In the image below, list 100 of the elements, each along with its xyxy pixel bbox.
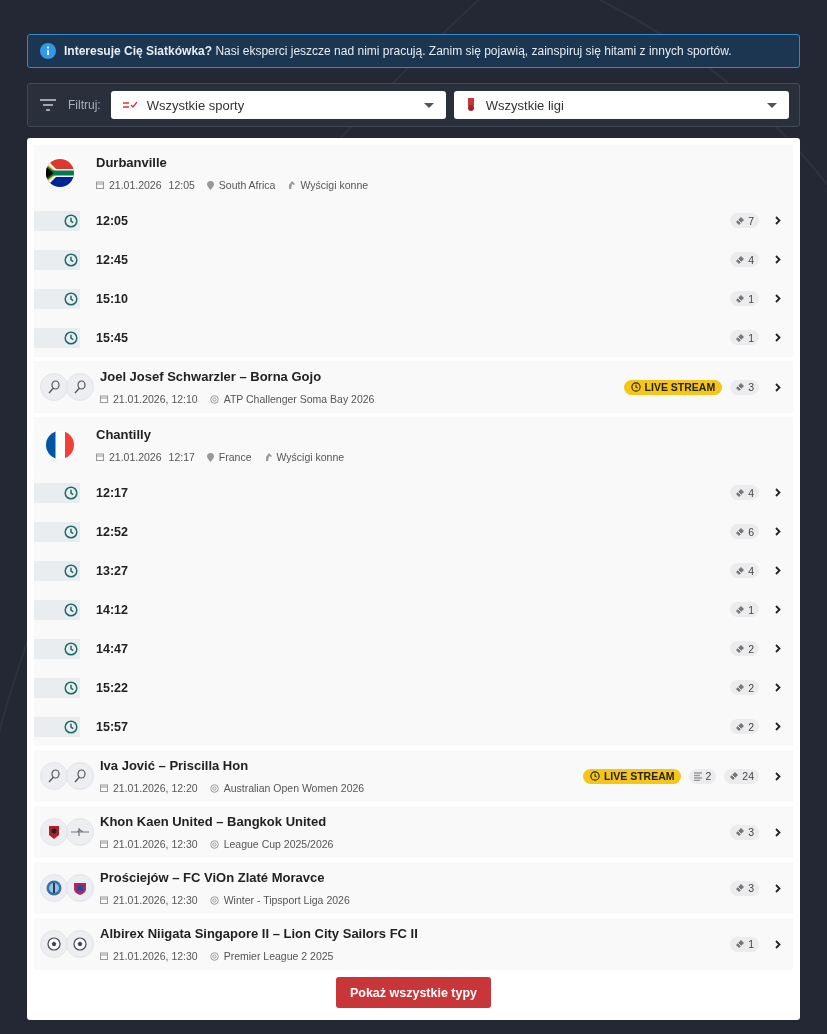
ticket-icon <box>735 643 746 654</box>
tips-count: 4 <box>730 563 759 578</box>
chevron-right-icon[interactable] <box>775 683 781 692</box>
match-title: Iva Jović – Priscilla Hon <box>100 758 250 773</box>
ticket-icon <box>735 332 746 343</box>
tips-count: 1 <box>730 330 759 345</box>
show-all-tips-button[interactable]: Pokaż wszystkie typy <box>335 977 492 1008</box>
ticket-icon <box>735 254 746 265</box>
race-time[interactable]: 12:05 <box>96 213 723 228</box>
match-row[interactable]: Prościejów – FC ViOn Zlaté Moravce 21.01.2026, 12:30 Winter - Tipsport Liga 2026 3 <box>34 862 793 914</box>
roundel-icon <box>46 880 62 896</box>
racket-icon <box>73 769 87 783</box>
articles-count: 2 <box>689 768 717 784</box>
clock-icon <box>64 641 78 656</box>
clock-icon <box>64 563 78 578</box>
datetime-text: 21.01.2026, 12:30 <box>113 838 198 850</box>
clock-icon <box>64 680 78 695</box>
match-row[interactable]: Khon Kaen United – Bangkok United 21.01.2026, 12:30 League Cup 2025/2026 3 <box>34 806 793 858</box>
chevron-right-icon[interactable] <box>775 566 781 575</box>
match-title: Prościejów – FC ViOn Zlaté Moravce <box>100 870 326 885</box>
tips-count: 2 <box>730 719 759 734</box>
info-icon <box>40 43 56 59</box>
chevron-right-icon[interactable] <box>775 827 781 837</box>
chevron-right-icon[interactable] <box>775 939 781 949</box>
race-time[interactable]: 14:47 <box>96 641 723 656</box>
ticket-icon <box>735 526 746 537</box>
match-row[interactable]: Iva Jović – Priscilla Hon 21.01.2026, 12:20 Australian Open Women 2026 LIVE STREAM 2 24 <box>34 750 793 802</box>
calendar-icon <box>100 784 108 792</box>
sport-select[interactable]: Wszystkie sporty <box>110 91 446 119</box>
league-icon <box>209 895 219 905</box>
tips-count: 1 <box>730 936 759 952</box>
match-title: Khon Kaen United – Bangkok United <box>100 814 328 829</box>
clock-icon <box>64 330 78 345</box>
racket-icon <box>47 380 61 394</box>
chevron-right-icon[interactable] <box>775 488 781 497</box>
time-text: 12:17 <box>168 451 195 463</box>
match-row[interactable]: Albirex Niigata Singapore II – Lion City Sailors FC II 21.01.2026, 12:30 Premier League 2 2025 1 <box>34 918 793 970</box>
chevron-right-icon[interactable] <box>775 883 781 893</box>
race-time[interactable]: 15:22 <box>96 680 723 695</box>
football-icon <box>73 937 87 951</box>
ticket-icon <box>729 771 740 781</box>
race-time[interactable]: 15:45 <box>96 330 723 345</box>
match-title: Joel Josef Schwarzler – Borna Gojo <box>100 369 323 384</box>
clock-icon <box>64 291 78 306</box>
chevron-right-icon[interactable] <box>775 605 781 614</box>
ticket-icon <box>735 883 746 893</box>
ticket-icon <box>735 215 746 226</box>
clock-icon <box>64 719 78 734</box>
calendar-icon <box>100 840 108 848</box>
flag-icon <box>46 431 74 459</box>
tips-count: 3 <box>730 880 759 896</box>
medal-icon <box>465 98 476 112</box>
league-icon <box>209 783 219 793</box>
chevron-right-icon[interactable] <box>775 722 781 731</box>
crest-icon <box>46 824 62 840</box>
ticket-icon <box>735 604 746 615</box>
tips-count: 2 <box>730 641 759 656</box>
match-row[interactable]: Joel Josef Schwarzler – Borna Gojo 21.01.2026, 12:10 ATP Challenger Soma Bay 2026 LIVE STREAM 3 <box>34 361 793 413</box>
sports-icon <box>122 100 137 110</box>
race-time[interactable]: 12:17 <box>96 485 723 500</box>
clock-icon <box>64 602 78 617</box>
tips-count: 2 <box>730 680 759 695</box>
chevron-right-icon[interactable] <box>775 527 781 536</box>
shield-icon <box>72 880 88 896</box>
clock-icon <box>630 382 641 392</box>
race-time[interactable]: 15:57 <box>96 719 723 734</box>
chevron-right-icon[interactable] <box>775 382 781 392</box>
race-time[interactable]: 12:45 <box>96 252 723 267</box>
datetime-text: 21.01.2026, 12:30 <box>113 950 198 962</box>
venue-name: Chantilly <box>96 427 152 442</box>
league-text: League Cup 2025/2026 <box>223 838 334 850</box>
calendar-icon <box>100 952 108 960</box>
league-select[interactable]: Wszystkie ligi <box>453 91 789 119</box>
filter-label: Filtruj: <box>68 98 101 112</box>
chevron-right-icon[interactable] <box>775 216 781 225</box>
filter-icon[interactable] <box>40 99 56 111</box>
time-text: 12:05 <box>168 179 195 191</box>
race-time[interactable]: 12:52 <box>96 524 723 539</box>
clock-icon <box>64 524 78 539</box>
chevron-right-icon[interactable] <box>775 294 781 303</box>
date-text: 21.01.2026 <box>109 451 162 463</box>
calendar-icon <box>100 896 108 904</box>
race-time[interactable]: 13:27 <box>96 563 723 578</box>
chevron-right-icon[interactable] <box>775 644 781 653</box>
tips-count: 4 <box>730 485 759 500</box>
chevron-right-icon[interactable] <box>775 333 781 342</box>
chevron-right-icon[interactable] <box>775 771 781 781</box>
location-pin-icon <box>206 180 214 190</box>
tips-count: 7 <box>730 213 759 228</box>
league-text: Winter - Tipsport Liga 2026 <box>223 894 350 906</box>
clock-icon <box>64 485 78 500</box>
chevron-right-icon[interactable] <box>775 255 781 264</box>
race-time[interactable]: 14:12 <box>96 602 723 617</box>
country-text: South Africa <box>218 179 276 191</box>
dropdown-caret-icon <box>423 102 434 108</box>
datetime-text: 21.01.2026, 12:30 <box>113 894 198 906</box>
race-time[interactable]: 15:10 <box>96 291 723 306</box>
live-stream-badge: LIVE STREAM <box>582 768 682 784</box>
clock-icon <box>64 213 78 228</box>
tips-count: 3 <box>730 824 759 840</box>
